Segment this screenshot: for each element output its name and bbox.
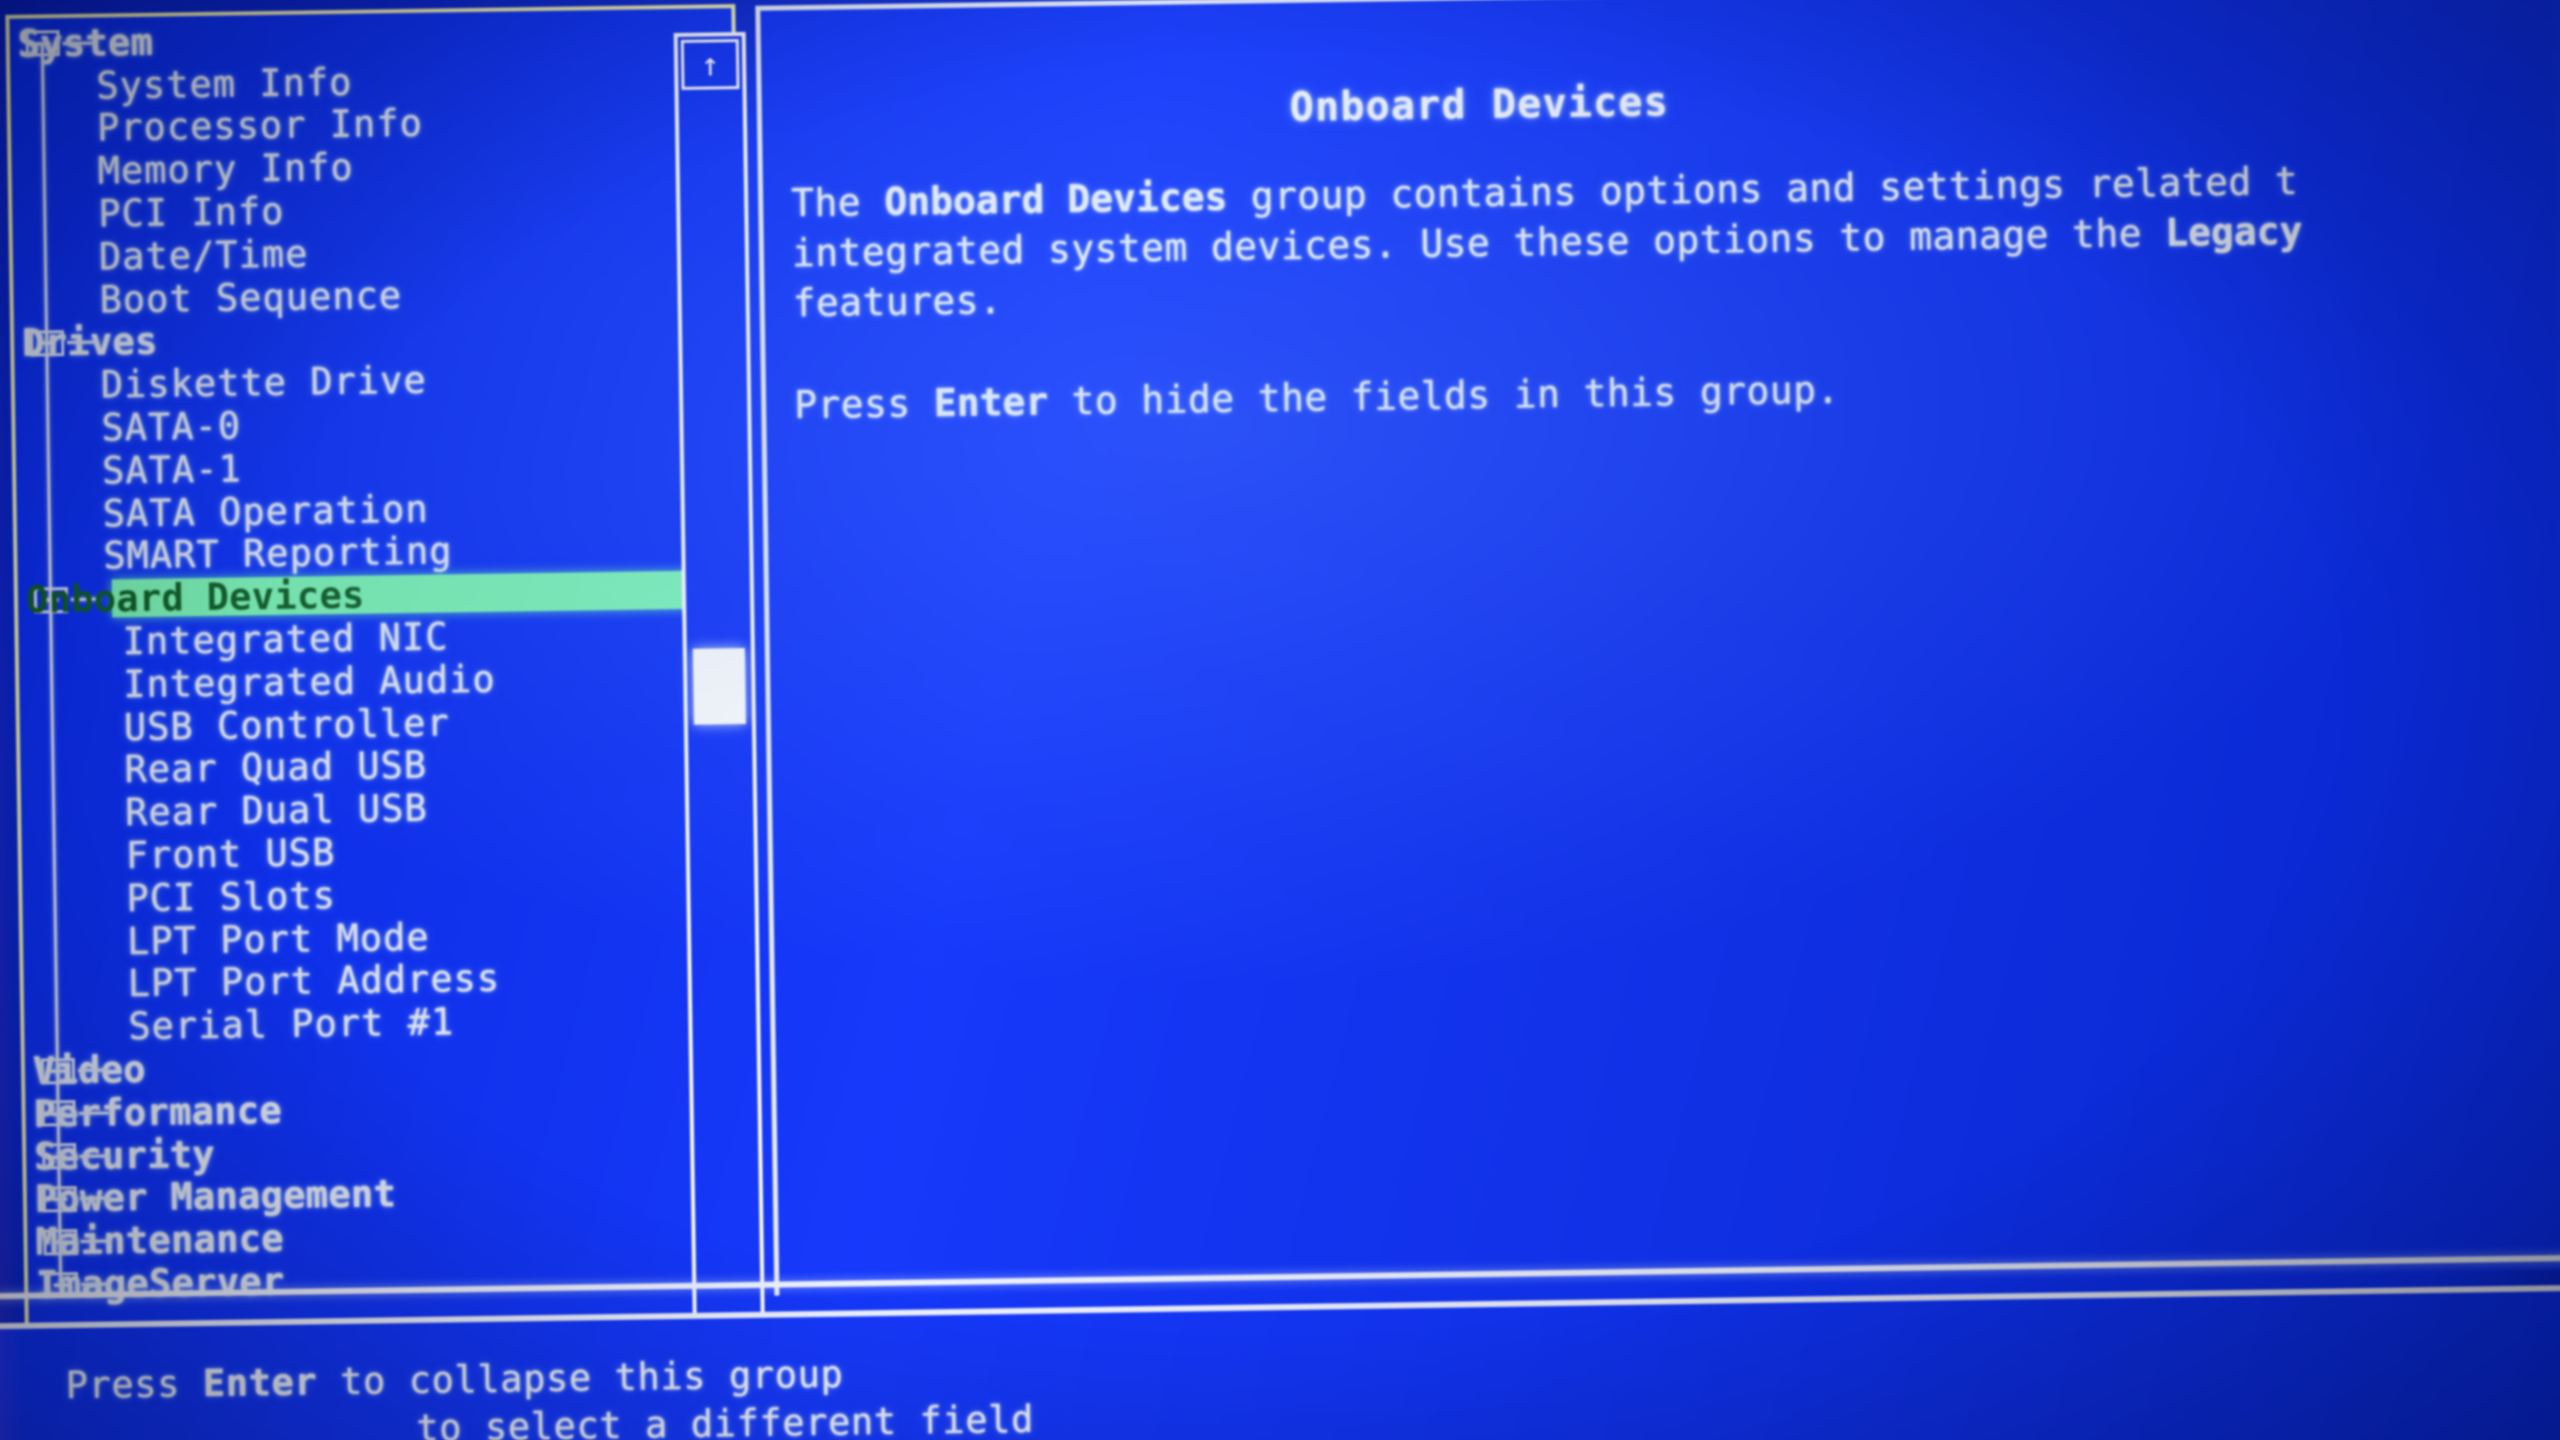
tree-item-label: PCI Slots xyxy=(126,873,337,921)
tree-item-label: LPT Port Address xyxy=(127,957,501,1006)
tree-item-label: SATA-1 xyxy=(101,447,243,493)
tree-item-label: USB Controller xyxy=(123,701,451,749)
tree-connector-dash xyxy=(62,41,93,45)
help-panel: Onboard Devices The Onboard Devices grou… xyxy=(755,0,2560,1296)
tree-item-imageserver[interactable]: ImageServer xyxy=(36,1253,743,1307)
monitor-screen: SystemSystem InfoProcessor InfoMemory In… xyxy=(0,0,2560,1440)
tree-item-label: Rear Dual USB xyxy=(124,786,429,835)
help-text-pre: The xyxy=(790,179,885,226)
hint-pre: Press xyxy=(793,381,935,428)
tree-connector-dash xyxy=(80,1239,111,1244)
hint-post: to hide the fields in this group. xyxy=(1047,367,1840,424)
tree-item-label: Serial Port #1 xyxy=(128,1000,455,1049)
tree-item-label: Onboard Devices xyxy=(25,573,365,622)
tree-item-label: LPT Port Mode xyxy=(126,915,430,963)
tree-connector-dash xyxy=(81,1282,112,1286)
tree-connector-dash xyxy=(78,1111,109,1115)
tree-item-label: Processor Info xyxy=(96,102,424,151)
tree-item-label: Date/Time xyxy=(98,232,309,279)
tree-item-label: SATA-0 xyxy=(101,404,242,450)
scroll-up-glyph: ↑ xyxy=(700,45,721,84)
tree-item-label: Integrated Audio xyxy=(122,657,496,707)
help-panel-body: The Onboard Devices group contains optio… xyxy=(791,151,2560,430)
tree-item-label: Diskette Drive xyxy=(100,358,428,407)
tree-item-label: SMART Reporting xyxy=(103,529,453,578)
help-text-line2-bold: Legacy xyxy=(2164,208,2303,255)
tree-item-label: SATA Operation xyxy=(102,487,429,536)
tree-connector-dash xyxy=(79,1154,110,1158)
tree-connector-dash xyxy=(77,1068,109,1072)
tree-item-label: System Info xyxy=(96,60,353,108)
tree-connector-dash xyxy=(67,341,98,345)
bios-setup-photo: SystemSystem InfoProcessor InfoMemory In… xyxy=(0,0,2560,1440)
scrollbar-thumb[interactable] xyxy=(692,648,746,725)
settings-tree-list[interactable]: SystemSystem InfoProcessor InfoMemory In… xyxy=(17,12,744,1360)
tree-item-label: PCI Info xyxy=(97,189,285,236)
help-panel-title: Onboard Devices xyxy=(1289,79,1670,131)
tree-item-label: Integrated NIC xyxy=(122,615,449,664)
status-line-collapse: Press Enter to collapse this group xyxy=(65,1353,843,1408)
status1-post: to collapse this group xyxy=(316,1352,844,1404)
status1-pre: Press xyxy=(65,1362,204,1408)
tree-connector-dash xyxy=(79,1196,110,1201)
hint-key-enter: Enter xyxy=(933,379,1049,426)
scroll-up-arrow-icon[interactable]: ↑ xyxy=(680,39,740,90)
status1-key-enter: Enter xyxy=(202,1360,318,1406)
settings-tree-panel: SystemSystem InfoProcessor InfoMemory In… xyxy=(5,4,766,1381)
tree-item-label: Rear Quad USB xyxy=(124,744,428,792)
status-line-select-field: to select a different field xyxy=(416,1397,1035,1440)
tree-item-label: Boot Sequence xyxy=(99,273,403,322)
help-text-bold-group: Onboard Devices xyxy=(884,174,1228,224)
tree-item-label: Memory Info xyxy=(97,146,355,193)
tree-item-label: Front USB xyxy=(125,831,336,878)
